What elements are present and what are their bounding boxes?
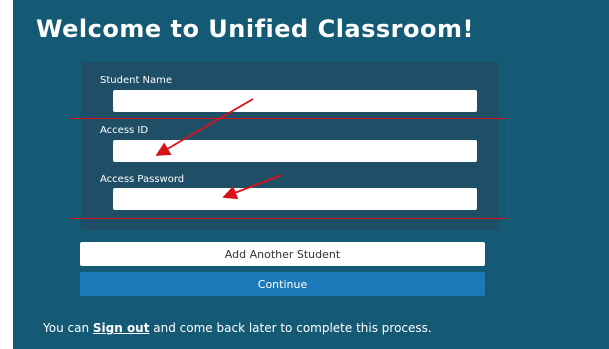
access-password-label: Access Password xyxy=(100,174,185,185)
footer-message: You can Sign out and come back later to … xyxy=(43,321,432,335)
add-another-student-button[interactable]: Add Another Student xyxy=(80,242,485,266)
access-id-label: Access ID xyxy=(100,125,149,136)
sign-out-link[interactable]: Sign out xyxy=(93,321,150,335)
page-title: Welcome to Unified Classroom! xyxy=(36,15,474,43)
continue-button[interactable]: Continue xyxy=(80,272,485,296)
footer-suffix: and come back later to complete this pro… xyxy=(149,321,432,335)
student-name-input[interactable] xyxy=(113,90,477,112)
welcome-panel: Welcome to Unified Classroom! Student Na… xyxy=(13,0,609,349)
footer-prefix: You can xyxy=(43,321,93,335)
access-password-input[interactable] xyxy=(113,188,477,210)
access-id-input[interactable] xyxy=(113,140,477,162)
student-form-card: Student Name Access ID Access Password xyxy=(81,62,499,230)
student-name-label: Student Name xyxy=(100,75,173,86)
